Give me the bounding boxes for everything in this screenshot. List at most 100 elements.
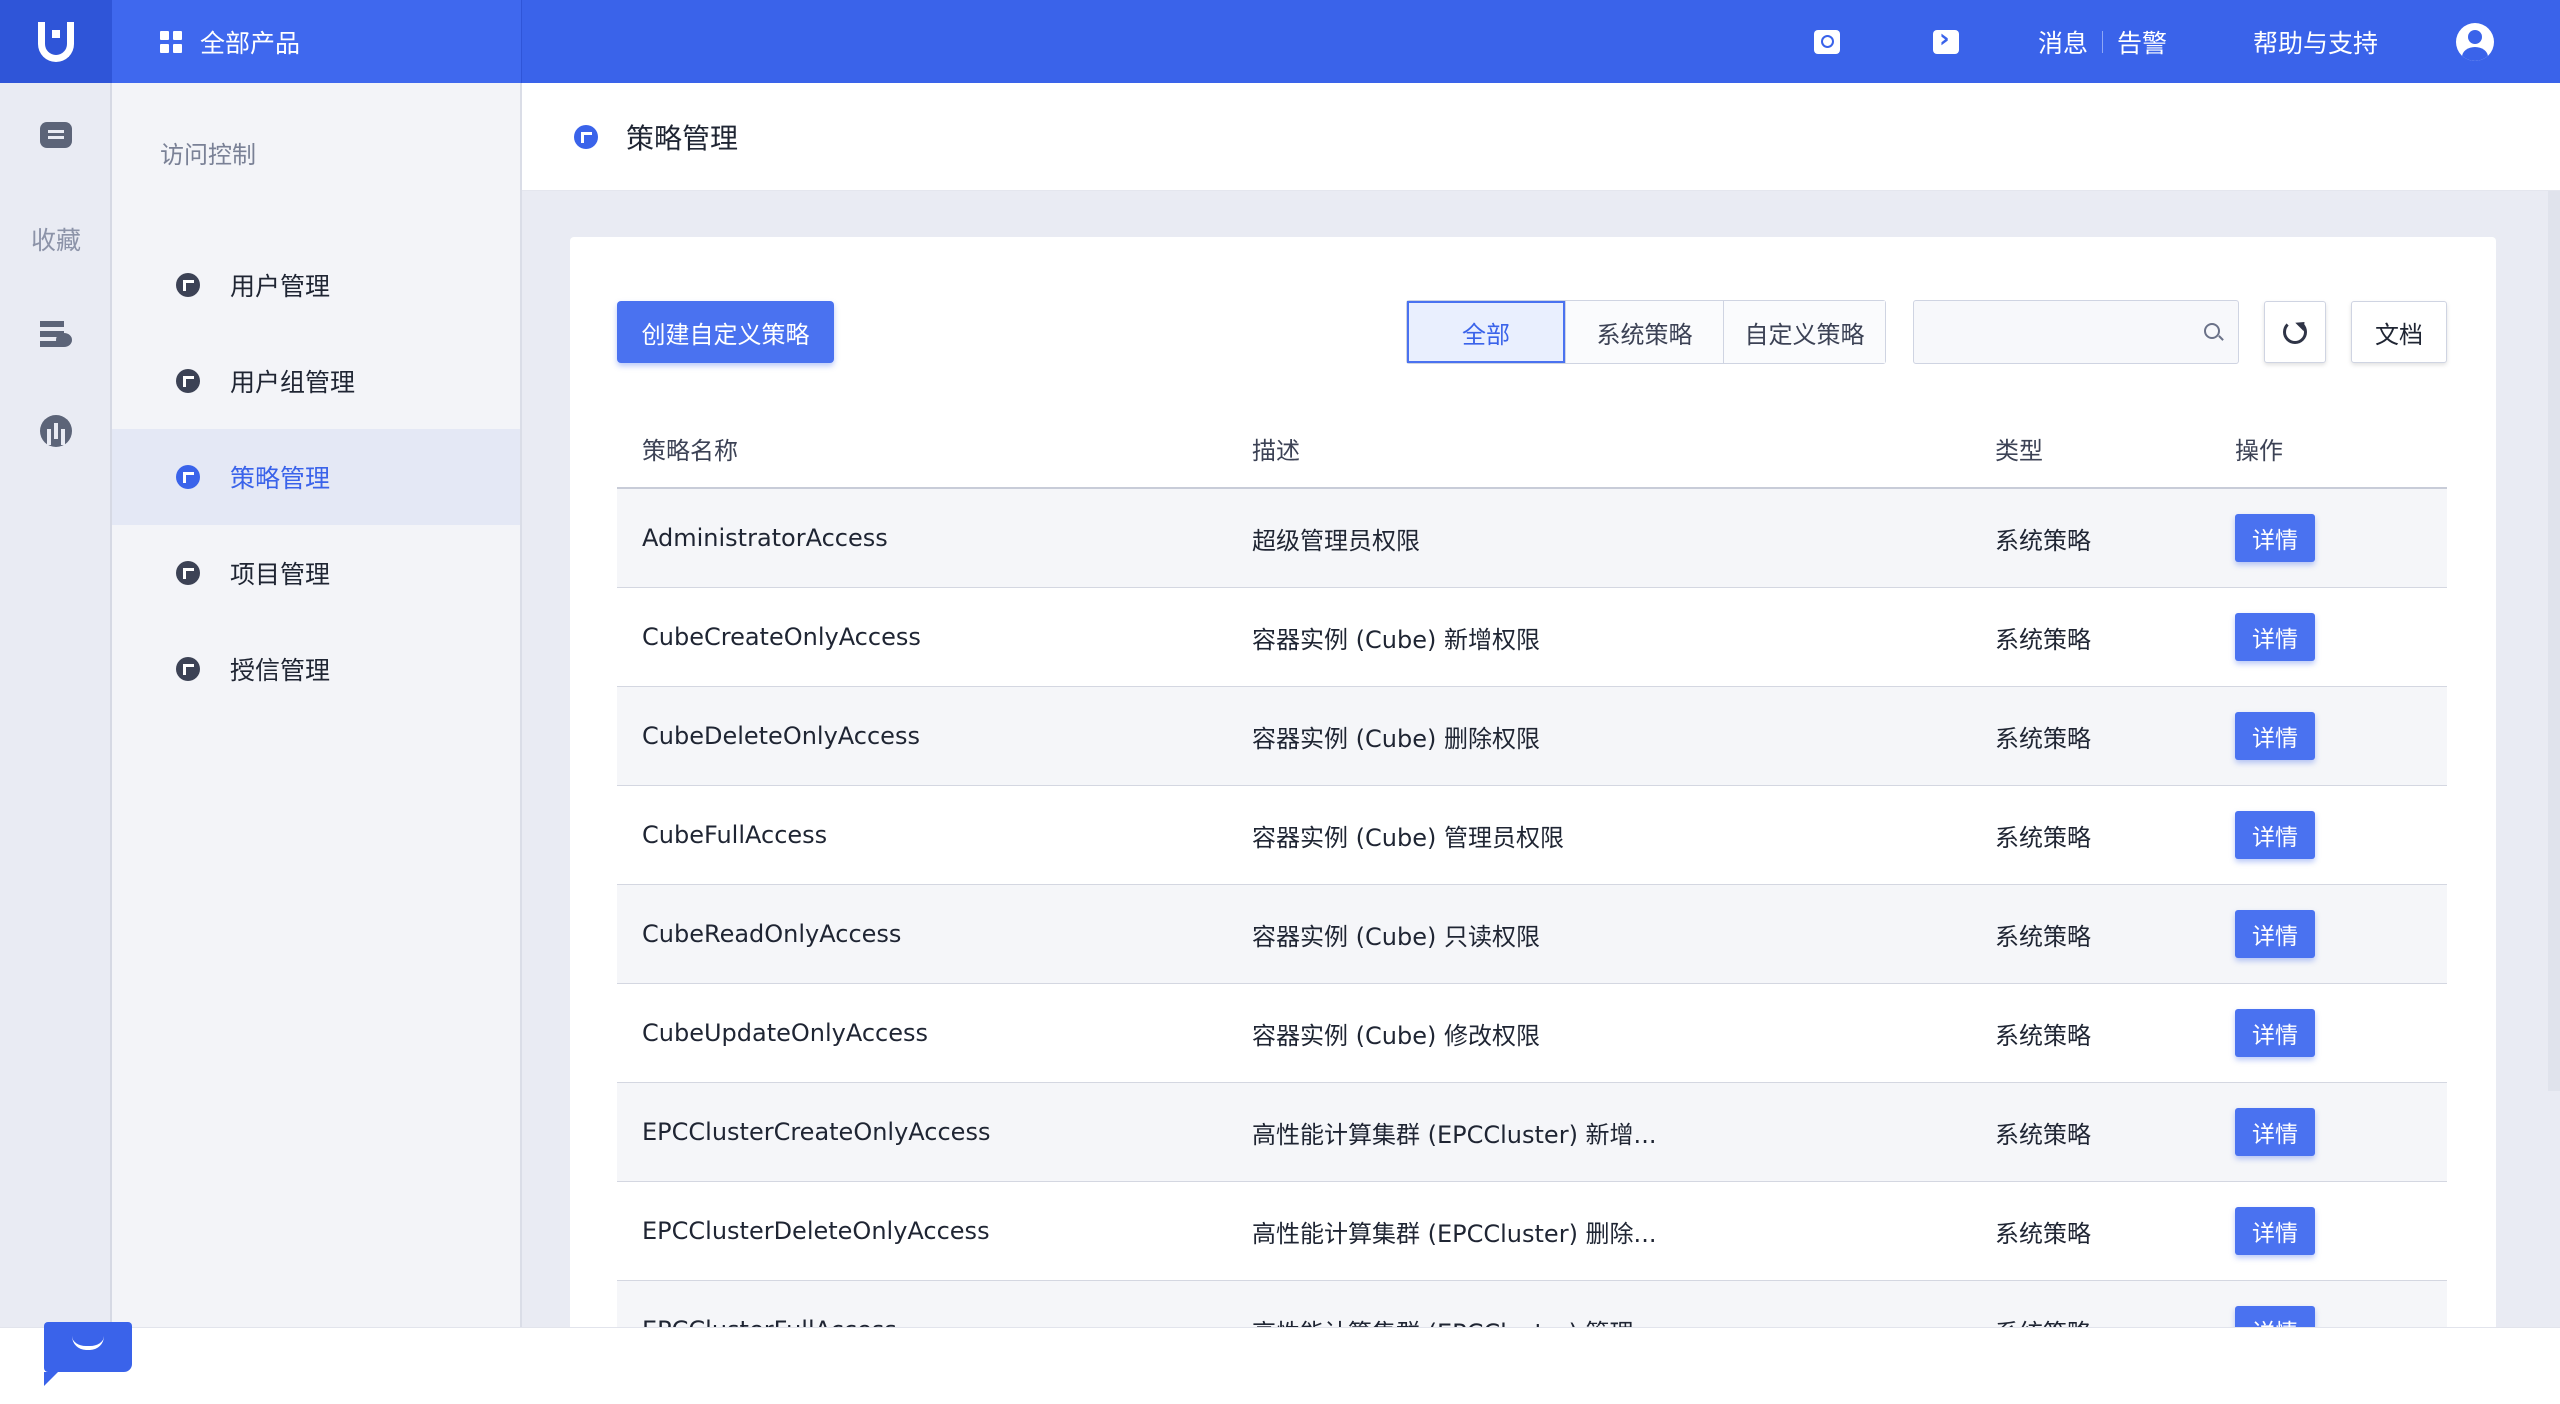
avatar-icon	[2456, 22, 2494, 61]
logo[interactable]	[0, 0, 112, 83]
rail-network-button[interactable]	[0, 401, 112, 461]
server-cloud-icon	[40, 319, 72, 351]
policy-name-cell: CubeDeleteOnlyAccess	[642, 722, 920, 750]
rail-cloud-server-button[interactable]	[0, 305, 112, 365]
actions-cell: 详情	[2235, 712, 2447, 760]
details-button[interactable]: 详情	[2235, 1009, 2315, 1057]
actions-cell: 详情	[2235, 1009, 2447, 1057]
arrow-circle-icon	[176, 273, 200, 297]
description-cell: 高性能计算集群 (EPCCluster) 新增...	[1252, 1120, 1657, 1149]
actions-cell: 详情	[2235, 1306, 2447, 1327]
search-icon-button[interactable]	[1814, 0, 1840, 83]
policy-name-cell: EPCClusterCreateOnlyAccess	[642, 1118, 991, 1146]
description-cell: 高性能计算集群 (EPCCluster) 管理...	[1252, 1313, 1995, 1328]
sidebar-item-projects[interactable]: 项目管理	[112, 525, 520, 621]
table-body: AdministratorAccess 超级管理员权限 系统策略 详情 CubeCrea…	[617, 489, 2447, 1327]
sidebar-item-label: 策略管理	[230, 464, 331, 493]
details-button[interactable]: 详情	[2235, 613, 2315, 661]
details-button[interactable]: 详情	[2235, 1306, 2315, 1327]
monitor-icon	[40, 122, 72, 148]
rail-monitor-button[interactable]	[0, 105, 112, 165]
details-button[interactable]: 详情	[2235, 811, 2315, 859]
sidebar-item-credit[interactable]: 授信管理	[112, 621, 520, 717]
sidebar-item-label: 授信管理	[230, 656, 331, 685]
terminal-icon	[1933, 24, 1959, 54]
icon-rail: 收藏	[0, 83, 112, 1327]
top-bar: 全部产品 消息 告警 帮助与支持	[0, 0, 2560, 83]
help-link[interactable]: 帮助与支持	[2253, 24, 2378, 60]
header-policy-name: 策略名称	[642, 437, 738, 465]
chat-support-icon[interactable]	[44, 1322, 132, 1386]
sidebar-item-policies[interactable]: 策略管理	[112, 429, 520, 525]
description-cell: 容器实例 (Cube) 修改权限	[1252, 1021, 1540, 1050]
table-row: CubeFullAccess 容器实例 (Cube) 管理员权限 系统策略 详情	[617, 786, 2447, 885]
details-button[interactable]: 详情	[2235, 910, 2315, 958]
policy-name-cell: EPCClusterFullAccess	[617, 1316, 1252, 1327]
search-icon	[1814, 29, 1840, 54]
sidebar-item-label: 项目管理	[230, 560, 331, 589]
terminal-icon-button[interactable]	[1933, 0, 1959, 83]
access-control-sidebar: 访问控制 用户管理 用户组管理 策略管理 项目管理 授信管理	[112, 83, 522, 1327]
header-description: 描述	[1252, 437, 1300, 465]
table-row: EPCClusterFullAccess高性能计算集群 (EPCCluster)…	[617, 1281, 2447, 1327]
arrow-circle-icon	[574, 124, 598, 149]
favorites-label: 收藏	[30, 226, 81, 255]
description-cell: 容器实例 (Cube) 新增权限	[1252, 625, 1540, 654]
bottom-bar	[0, 1327, 2560, 1404]
refresh-icon	[2283, 320, 2307, 344]
logo-u-icon	[38, 21, 74, 62]
header-type: 类型	[1995, 437, 2043, 465]
search-input[interactable]	[1914, 301, 2194, 361]
sidebar-item-users[interactable]: 用户管理	[112, 237, 520, 333]
type-cell: 系统策略	[1995, 526, 2091, 555]
arrow-circle-icon	[176, 369, 200, 393]
tab-system-policies[interactable]: 系统策略	[1565, 301, 1723, 363]
sidebar-item-label: 用户管理	[230, 272, 331, 301]
table-row: CubeCreateOnlyAccess 容器实例 (Cube) 新增权限 系统策略…	[617, 588, 2447, 687]
policy-name-cell: CubeReadOnlyAccess	[642, 920, 902, 948]
scrollbar[interactable]	[2548, 191, 2560, 1091]
type-cell: 系统策略	[1995, 625, 2091, 654]
refresh-button[interactable]	[2264, 301, 2326, 363]
type-cell: 系统策略	[1995, 1021, 2091, 1050]
details-button[interactable]: 详情	[2235, 1108, 2315, 1156]
arrow-circle-icon	[176, 465, 200, 489]
tab-all[interactable]: 全部	[1407, 301, 1565, 363]
messages-link[interactable]: 消息	[2038, 24, 2088, 60]
type-cell: 系统策略	[1995, 1120, 2091, 1149]
policy-name-cell: CubeCreateOnlyAccess	[642, 623, 921, 651]
rail-favorites[interactable]: 收藏	[0, 209, 112, 269]
policy-name-cell: EPCClusterDeleteOnlyAccess	[642, 1217, 990, 1245]
table-row: CubeReadOnlyAccess 容器实例 (Cube) 只读权限 系统策略 详情	[617, 885, 2447, 984]
type-cell: 系统策略	[1995, 1313, 2235, 1328]
create-custom-policy-button[interactable]: 创建自定义策略	[617, 301, 834, 363]
sidebar-item-label: 用户组管理	[230, 368, 356, 397]
page-header: 策略管理	[522, 83, 2560, 191]
description-cell: 容器实例 (Cube) 只读权限	[1252, 922, 1540, 951]
header-actions: 操作	[2235, 437, 2283, 465]
network-icon	[40, 415, 72, 447]
actions-cell: 详情	[2235, 910, 2447, 958]
policy-filter-tabs: 全部 系统策略 自定义策略	[1406, 300, 1886, 364]
all-products-menu[interactable]: 全部产品	[112, 0, 522, 83]
details-button[interactable]: 详情	[2235, 1207, 2315, 1255]
tab-custom-policies[interactable]: 自定义策略	[1723, 301, 1885, 363]
actions-cell: 详情	[2235, 613, 2447, 661]
alerts-link[interactable]: 告警	[2117, 24, 2167, 60]
policy-name-cell: CubeFullAccess	[642, 821, 828, 849]
table-row: CubeDeleteOnlyAccess 容器实例 (Cube) 删除权限 系统策略…	[617, 687, 2447, 786]
sidebar-item-user-groups[interactable]: 用户组管理	[112, 333, 520, 429]
actions-cell: 详情	[2235, 811, 2447, 859]
actions-cell: 详情	[2235, 1108, 2447, 1156]
table-row: AdministratorAccess 超级管理员权限 系统策略 详情	[617, 489, 2447, 588]
docs-button[interactable]: 文档	[2351, 301, 2447, 363]
arrow-circle-icon	[176, 561, 200, 585]
user-menu[interactable]	[2456, 0, 2494, 83]
details-button[interactable]: 详情	[2235, 712, 2315, 760]
type-cell: 系统策略	[1995, 823, 2091, 852]
table-header: 策略名称 描述 类型 操作	[617, 410, 2447, 489]
description-cell: 高性能计算集群 (EPCCluster) 删除...	[1252, 1219, 1657, 1248]
search-icon[interactable]	[2204, 323, 2220, 339]
actions-cell: 详情	[2235, 1207, 2447, 1255]
details-button[interactable]: 详情	[2235, 514, 2315, 562]
